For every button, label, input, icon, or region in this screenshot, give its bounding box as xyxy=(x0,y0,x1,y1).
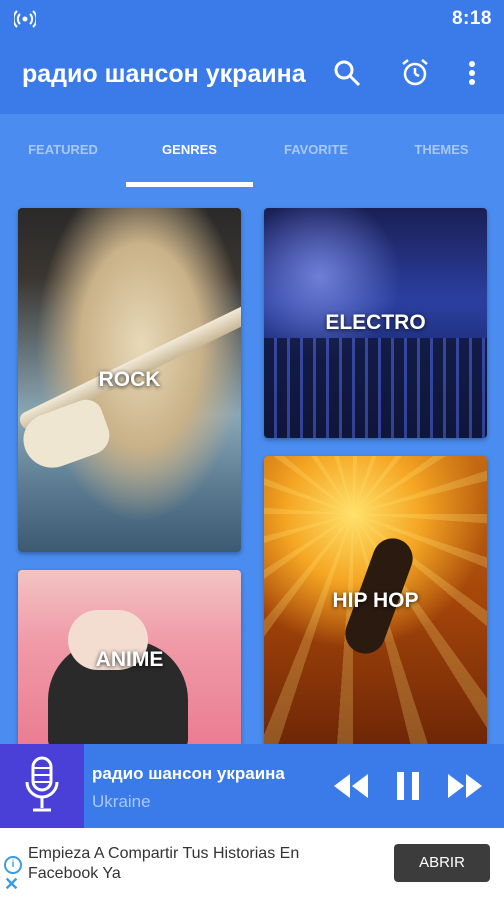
more-vert-icon[interactable] xyxy=(462,58,482,88)
alarm-icon[interactable] xyxy=(400,58,430,88)
genre-card-electro[interactable]: ELECTRO xyxy=(264,208,487,438)
tab-genres[interactable]: GENRES xyxy=(126,114,253,190)
tab-bar: FEATURED GENRES FAVORITE THEMES xyxy=(0,114,504,190)
microphone-icon xyxy=(25,756,59,812)
genre-label-electro: ELECTRO xyxy=(325,311,426,334)
genre-card-hiphop[interactable]: HIP HOP xyxy=(264,456,487,744)
rewind-icon[interactable] xyxy=(332,770,370,802)
genre-grid: ROCK ELECTRO HIP HOP ANIME xyxy=(0,190,504,744)
fast-forward-icon[interactable] xyxy=(446,770,484,802)
dj-deck-image xyxy=(264,338,487,438)
ad-text: Empieza A Compartir Tus Historias En Fac… xyxy=(28,845,300,882)
tab-favorite[interactable]: FAVORITE xyxy=(253,114,379,190)
player-station-name: радио шансон украина xyxy=(92,764,285,783)
app-bar: радио шансон украина xyxy=(0,38,504,114)
station-art xyxy=(0,744,84,828)
genre-label-hiphop: HIP HOP xyxy=(332,589,419,612)
player-country: Ukraine xyxy=(92,792,151,811)
tab-featured[interactable]: FEATURED xyxy=(0,114,126,190)
tab-indicator xyxy=(126,182,253,187)
app-title: радио шансон украина xyxy=(22,60,306,88)
ad-banner[interactable]: i ✕ Empieza A Compartir Tus Historias En… xyxy=(0,828,504,900)
ad-open-button[interactable]: ABRIR xyxy=(394,844,490,882)
search-icon[interactable] xyxy=(332,58,362,88)
genre-card-rock[interactable]: ROCK xyxy=(18,208,241,552)
ad-info-icon[interactable]: i xyxy=(4,856,22,874)
genre-card-anime[interactable]: ANIME xyxy=(18,570,241,744)
genre-label-anime: ANIME xyxy=(95,648,164,671)
hotspot-icon xyxy=(14,10,36,28)
ad-close-icon[interactable]: ✕ xyxy=(4,874,19,895)
status-bar: 8:18 xyxy=(0,0,504,38)
genre-label-rock: ROCK xyxy=(98,368,161,391)
pause-icon[interactable] xyxy=(394,770,422,802)
mini-player[interactable]: радио шансон украина Ukraine xyxy=(0,744,504,828)
tab-themes[interactable]: THEMES xyxy=(379,114,504,190)
status-time: 8:18 xyxy=(451,8,492,29)
